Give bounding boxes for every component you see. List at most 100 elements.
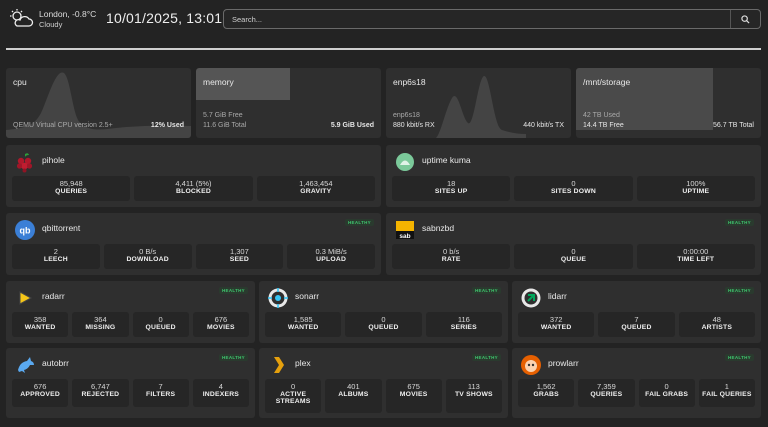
stat-seed: 1,307 SEED bbox=[195, 244, 284, 269]
stat-label: QUEUED bbox=[621, 324, 652, 331]
health-badge: HEALTHY bbox=[218, 287, 248, 294]
stat-value: 1,463,454 bbox=[299, 179, 333, 188]
service-uptime-kuma[interactable]: uptime kuma 18 SITES UP 0 SITES DOWN 100% UPT… bbox=[386, 145, 761, 207]
stat-label: UPLOAD bbox=[316, 256, 347, 263]
stat-value: 7 bbox=[634, 315, 639, 324]
health-badge: HEALTHY bbox=[724, 354, 754, 361]
stat-label: TIME LEFT bbox=[677, 256, 715, 263]
stat-value: 358 bbox=[33, 315, 47, 324]
stat-value: 18 bbox=[446, 179, 456, 188]
stat-queued: 0 QUEUED bbox=[345, 312, 422, 337]
service-sabnzbd[interactable]: sab sabnzbd HEALTHY 0 b/s RATE 0 QUEUE 0:00:… bbox=[386, 213, 761, 275]
service-title: sabnzbd bbox=[422, 223, 455, 233]
stat-label: MOVIES bbox=[399, 391, 428, 398]
search-icon bbox=[741, 14, 750, 24]
stat-value: 0 B/s bbox=[139, 247, 157, 256]
service-autobrr[interactable]: autobrr HEALTHY 676 APPROVED 6,747 REJECTED… bbox=[6, 348, 255, 418]
stat-label: ARTISTS bbox=[701, 324, 733, 331]
stat-time-left: 0:00:00 TIME LEFT bbox=[636, 244, 755, 269]
stat-movies: 675 MOVIES bbox=[385, 379, 442, 413]
stat-value: 0 bbox=[381, 315, 386, 324]
stat-label: WANTED bbox=[287, 324, 319, 331]
stat-value: 372 bbox=[549, 315, 563, 324]
stat-label: ACTIVE STREAMS bbox=[275, 391, 311, 405]
stat-label: RATE bbox=[441, 256, 461, 263]
stat-label: APPROVED bbox=[20, 391, 60, 398]
resource-name: /mnt/storage bbox=[583, 77, 631, 87]
weather-condition: Cloudy bbox=[39, 20, 63, 29]
header-divider bbox=[6, 48, 761, 50]
service-title: plex bbox=[295, 358, 311, 368]
resource-cpu: cpu QEMU Virtual CPU version 2.5+ 12% Us… bbox=[6, 68, 191, 138]
search-button[interactable] bbox=[730, 10, 760, 28]
stat-artists: 48 ARTISTS bbox=[678, 312, 755, 337]
weather-location: London, -0.8°C bbox=[39, 9, 97, 19]
stat-label: SERIES bbox=[450, 324, 477, 331]
stat-albums: 401 ALBUMS bbox=[325, 379, 382, 413]
resource-name: cpu bbox=[13, 77, 27, 87]
stat-download: 0 B/s DOWNLOAD bbox=[103, 244, 192, 269]
stat-value: 113 bbox=[467, 382, 480, 391]
stat-value: 401 bbox=[347, 382, 360, 391]
stat-label: BLOCKED bbox=[175, 188, 211, 195]
stat-queries: 7,359 QUERIES bbox=[578, 379, 635, 407]
stat-label: GRABS bbox=[533, 391, 559, 398]
service-title: autobrr bbox=[42, 358, 69, 368]
stat-label: QUEUED bbox=[145, 324, 176, 331]
stat-missing: 364 MISSING bbox=[72, 312, 129, 337]
stat-fail-grabs: 0 FAIL GRABS bbox=[638, 379, 695, 407]
service-sonarr[interactable]: sonarr HEALTHY 1,585 WANTED 0 QUEUED 116 SERI… bbox=[259, 281, 508, 343]
resource-network: enp6s18 enp6s18 880 kbit/s RX 440 kbit/s… bbox=[386, 68, 571, 138]
service-pihole[interactable]: pihole 85,948 QUERIES 4,411 (5%) BLOCKED 1,4… bbox=[6, 145, 381, 207]
stat-filters: 7 FILTERS bbox=[132, 379, 189, 407]
stat-label: SITES UP bbox=[434, 188, 468, 195]
service-title: prowlarr bbox=[548, 358, 579, 368]
stat-tv-shows: 113 TV SHOWS bbox=[445, 379, 502, 413]
service-radarr[interactable]: radarr HEALTHY 358 WANTED 364 MISSING 0 QUEUE… bbox=[6, 281, 255, 343]
uptime-kuma-icon bbox=[396, 153, 414, 171]
search-input[interactable]: Search... bbox=[223, 9, 761, 29]
stat-leech: 2 LEECH bbox=[12, 244, 100, 269]
cpu-model: QEMU Virtual CPU version 2.5+ bbox=[13, 122, 113, 129]
stat-blocked: 4,411 (5%) BLOCKED bbox=[134, 176, 253, 201]
stat-queued: 7 QUEUED bbox=[598, 312, 675, 337]
storage-used: 42 TB Used bbox=[583, 112, 620, 119]
stat-value: 0 bbox=[571, 179, 576, 188]
stat-active-streams: 0 ACTIVE STREAMS bbox=[265, 379, 322, 413]
autobrr-icon bbox=[18, 357, 34, 373]
stat-label: GRAVITY bbox=[300, 188, 332, 195]
stat-label: QUERIES bbox=[55, 188, 88, 195]
stat-value: 85,948 bbox=[59, 179, 83, 188]
stat-value: 7 bbox=[158, 382, 163, 391]
stat-value: 675 bbox=[407, 382, 420, 391]
service-plex[interactable]: plex HEALTHY 0 ACTIVE STREAMS 401 ALBUMS 675… bbox=[259, 348, 508, 418]
service-lidarr[interactable]: lidarr HEALTHY 372 WANTED 7 QUEUED 48 ARTISTS bbox=[512, 281, 761, 343]
stat-value: 6,747 bbox=[90, 382, 110, 391]
stat-value: 48 bbox=[712, 315, 721, 324]
service-title: radarr bbox=[42, 291, 65, 301]
service-title: lidarr bbox=[548, 291, 567, 301]
stat-label: WANTED bbox=[540, 324, 572, 331]
stat-value: 0 b/s bbox=[443, 247, 460, 256]
svg-text:sab: sab bbox=[399, 233, 410, 240]
stat-value: 0 bbox=[158, 315, 163, 324]
service-qbittorrent[interactable]: qb qbittorrent HEALTHY 2 LEECH 0 B/s DOWNLO… bbox=[6, 213, 381, 275]
stat-value: 364 bbox=[94, 315, 107, 324]
network-interface: enp6s18 bbox=[393, 112, 420, 119]
stat-value: 0 bbox=[664, 382, 669, 391]
search-placeholder: Search... bbox=[232, 15, 263, 24]
stat-value: 2 bbox=[53, 247, 58, 256]
service-prowlarr[interactable]: prowlarr HEALTHY 1,562 GRABS 7,359 QUERIES 0… bbox=[512, 348, 761, 418]
stat-value: 1,307 bbox=[229, 247, 249, 256]
stat-queries: 85,948 QUERIES bbox=[12, 176, 131, 201]
svg-text:qb: qb bbox=[20, 226, 31, 236]
health-badge: HEALTHY bbox=[471, 287, 501, 294]
stat-label: SITES DOWN bbox=[550, 188, 597, 195]
stat-label: LEECH bbox=[43, 256, 68, 263]
qbittorrent-icon: qb bbox=[15, 220, 35, 240]
stat-wanted: 372 WANTED bbox=[518, 312, 595, 337]
stat-rate: 0 b/s RATE bbox=[392, 244, 511, 269]
stat-label: REJECTED bbox=[81, 391, 120, 398]
stat-series: 116 SERIES bbox=[425, 312, 502, 337]
stat-label: QUEUE bbox=[560, 256, 587, 263]
